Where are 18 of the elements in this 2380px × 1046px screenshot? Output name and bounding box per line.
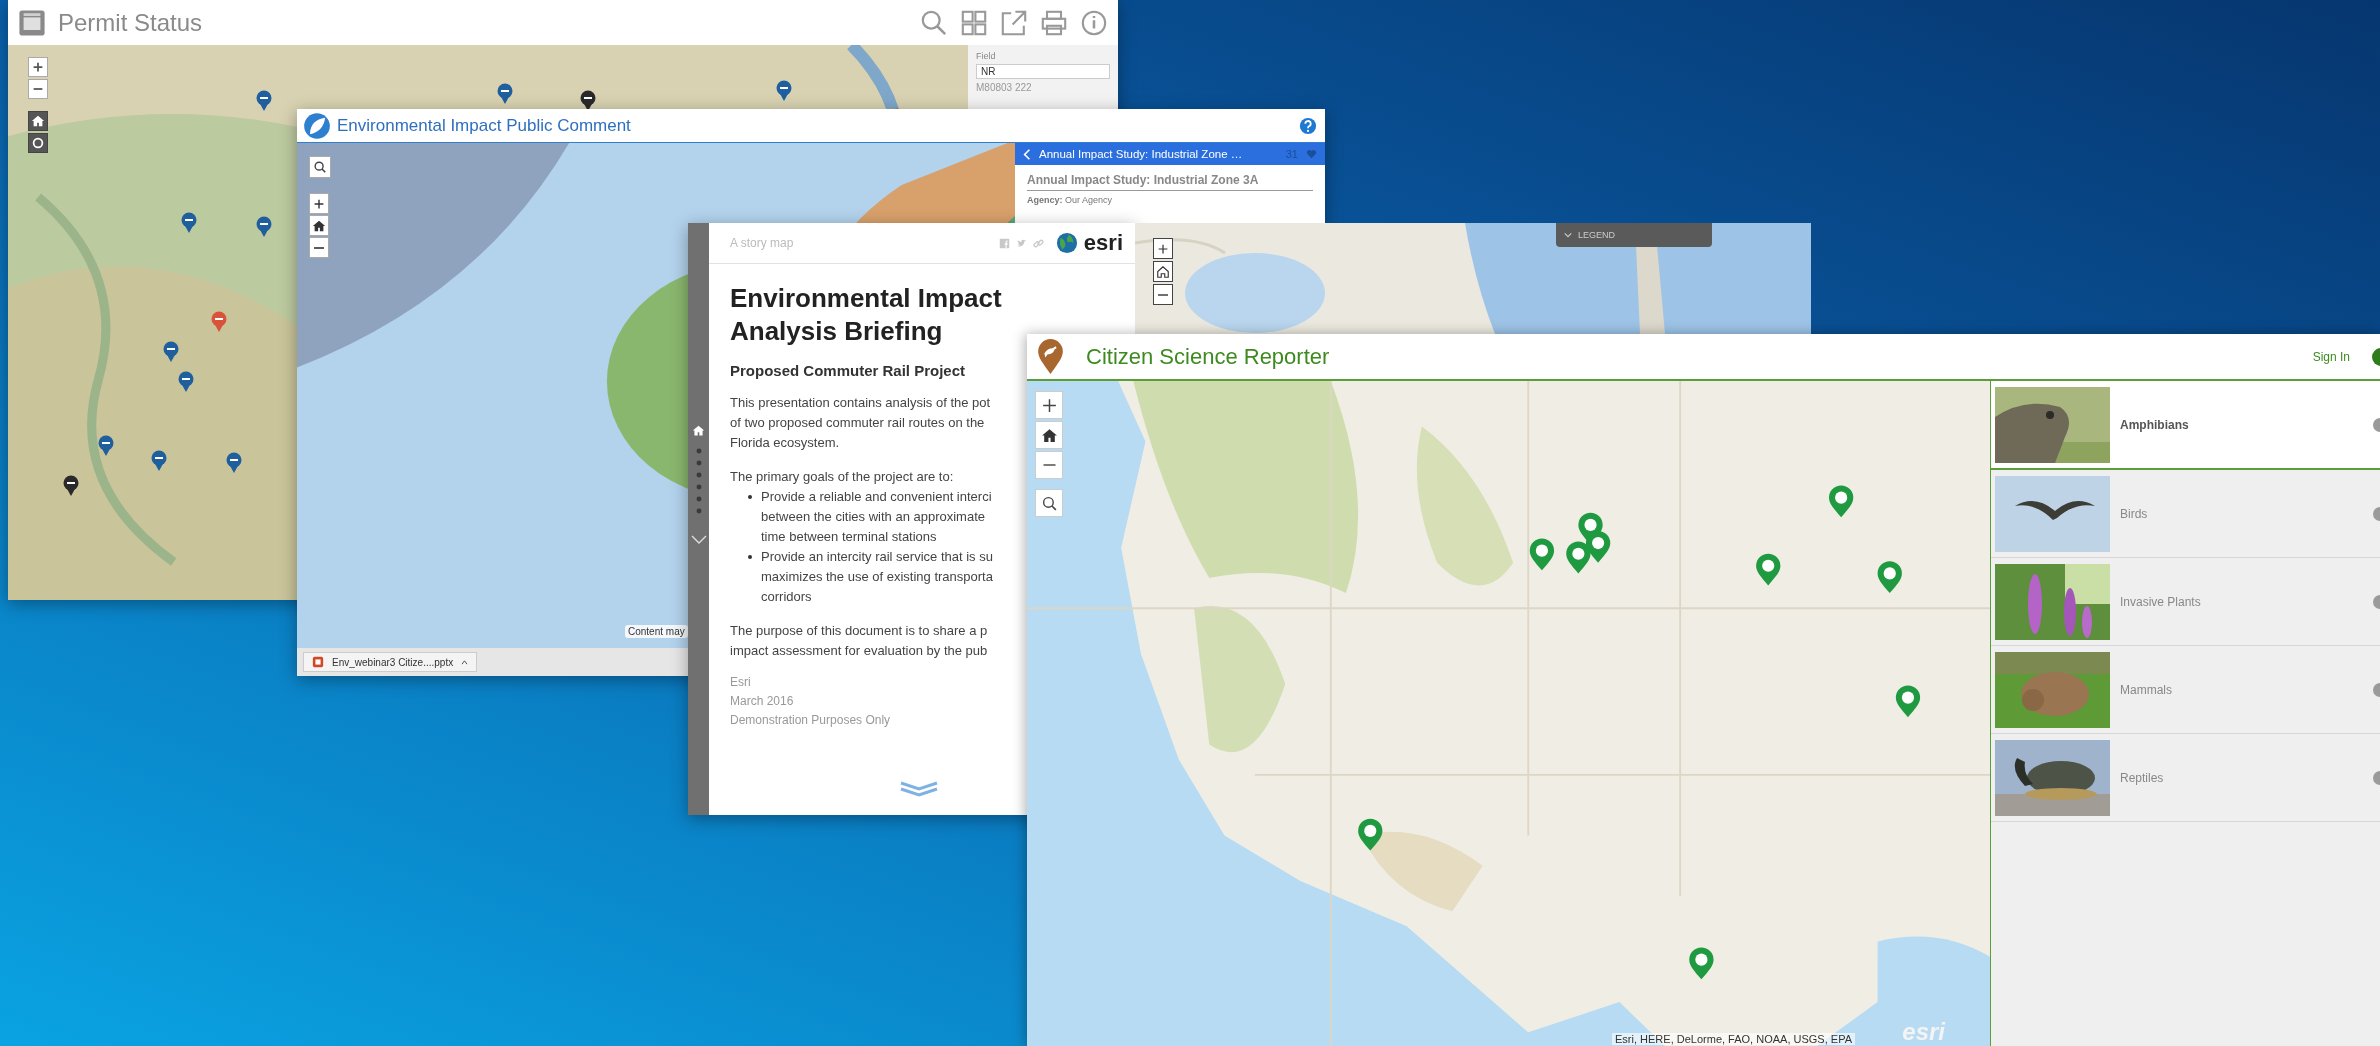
category-item[interactable]: Amphibians <box>1991 381 2380 470</box>
category-item[interactable]: Invasive Plants <box>1991 558 2380 646</box>
window-title: Permit Status <box>58 8 203 37</box>
category-item[interactable]: Mammals <box>1991 646 2380 734</box>
input-field[interactable]: NR <box>976 64 1110 79</box>
byline-text: March 2016 <box>730 693 795 710</box>
byline-text: Demonstration Purposes Only <box>730 712 892 729</box>
byline-text: Esri <box>730 674 752 691</box>
taskbar-item[interactable]: Env_webinar3 Citize....pptx <box>303 652 478 672</box>
window-title: Environmental Impact Public Comment <box>337 115 631 136</box>
map-attribution: Esri, HERE, DeLorme, FAO, NOAA, USGS, EPA <box>1612 1033 1855 1045</box>
sign-in-link[interactable]: Sign In <box>2312 349 2350 364</box>
legend-button[interactable]: LEGEND <box>1556 223 1712 247</box>
field-label: Field <box>976 51 997 61</box>
category-item[interactable]: Birds <box>1991 470 2380 558</box>
record-text: M80803 222 <box>976 82 1033 93</box>
map-logo: esri <box>1902 1018 1945 1046</box>
category-item[interactable]: Reptiles <box>1991 734 2380 822</box>
